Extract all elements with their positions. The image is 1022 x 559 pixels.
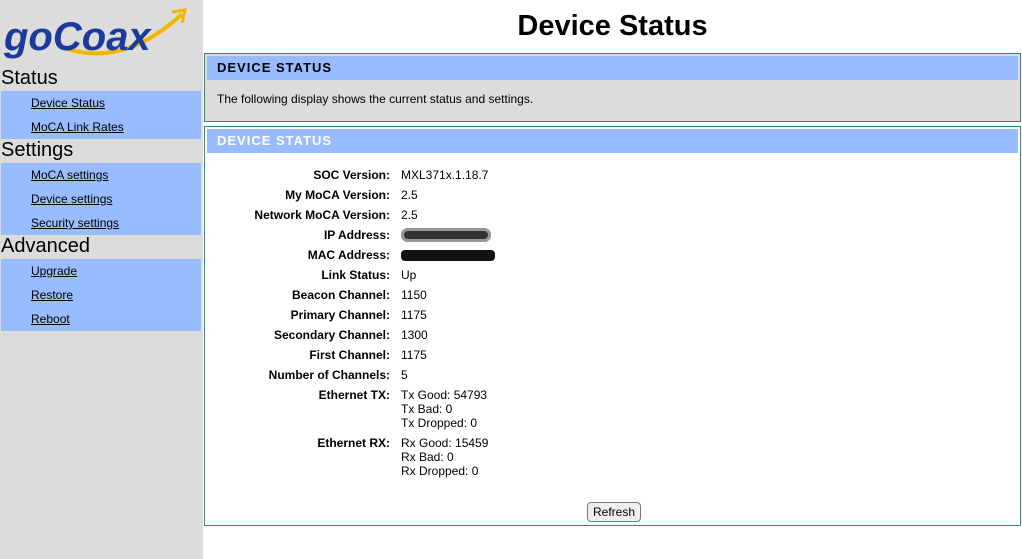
- nav-group-settings: MoCA settings Device settings Security s…: [1, 163, 201, 235]
- row-value: MXL371x.1.18.7: [401, 168, 489, 182]
- nav-item-moca-link-rates[interactable]: MoCA Link Rates: [1, 115, 201, 139]
- row-value: 2.5: [401, 208, 418, 222]
- section-title-advanced: Advanced: [1, 235, 90, 257]
- row-value: 1300: [401, 328, 428, 342]
- nav-link-device-settings[interactable]: Device settings: [31, 192, 112, 206]
- row-label: Beacon Channel:: [291, 288, 390, 302]
- tx-dropped: Tx Dropped: 0: [401, 416, 478, 430]
- refresh-button[interactable]: Refresh: [587, 502, 641, 522]
- nav-item-moca-settings[interactable]: MoCA settings: [1, 163, 201, 187]
- nav-link-moca-settings[interactable]: MoCA settings: [31, 168, 108, 182]
- rx-dropped: Rx Dropped: 0: [401, 464, 479, 478]
- row-value: 1150: [401, 288, 427, 302]
- rx-bad: Rx Bad: 0: [401, 450, 454, 464]
- nav-link-upgrade[interactable]: Upgrade: [31, 264, 77, 278]
- nav-link-restore[interactable]: Restore: [31, 288, 73, 302]
- panel-heading: DEVICE STATUS: [207, 56, 1018, 80]
- nav-item-device-settings[interactable]: Device settings: [1, 187, 201, 211]
- row-label: IP Address:: [323, 228, 390, 242]
- row-value: 2.5: [401, 188, 418, 202]
- row-label: Secondary Channel:: [273, 328, 390, 342]
- row-label: My MoCA Version:: [285, 188, 390, 202]
- row-value: 1175: [401, 308, 427, 322]
- row-label: Link Status:: [321, 268, 390, 282]
- redacted-mac-address: [401, 250, 495, 261]
- nav-group-advanced: Upgrade Restore Reboot: [1, 259, 201, 331]
- nav-group-status: Device Status MoCA Link Rates: [1, 91, 201, 139]
- panel-description: The following display shows the current …: [217, 92, 534, 106]
- nav-link-security-settings[interactable]: Security settings: [31, 216, 119, 230]
- row-label: SOC Version:: [313, 168, 390, 182]
- status-intro-panel: DEVICE STATUS The following display show…: [204, 53, 1021, 122]
- gocoax-logo: goCoax: [3, 6, 189, 62]
- nav-item-reboot[interactable]: Reboot: [1, 307, 201, 331]
- sidebar: goCoax Status Device Status MoCA Link Ra…: [0, 0, 203, 559]
- nav-link-device-status[interactable]: Device Status: [31, 96, 105, 110]
- tx-good: Tx Good: 54793: [401, 388, 488, 402]
- row-value: Up: [401, 268, 417, 282]
- nav-item-restore[interactable]: Restore: [1, 283, 201, 307]
- nav-item-device-status[interactable]: Device Status: [1, 91, 201, 115]
- row-label: Ethernet TX:: [318, 388, 390, 402]
- nav-item-upgrade[interactable]: Upgrade: [1, 259, 201, 283]
- section-title-settings: Settings: [1, 139, 74, 161]
- row-label: Primary Channel:: [290, 308, 390, 322]
- row-label: Network MoCA Version:: [254, 208, 390, 222]
- device-status-panel: DEVICE STATUS SOC Version: MXL371x.1.18.…: [204, 126, 1021, 526]
- page-title: Device Status: [517, 10, 708, 42]
- row-value: 1175: [401, 348, 427, 362]
- row-value: 5: [401, 368, 408, 382]
- row-label: Number of Channels:: [268, 368, 390, 382]
- main-content: Device Status DEVICE STATUS The followin…: [203, 0, 1022, 559]
- rx-good: Rx Good: 15459: [401, 436, 489, 450]
- nav-link-reboot[interactable]: Reboot: [31, 312, 70, 326]
- row-label: Ethernet RX:: [317, 436, 390, 450]
- tx-bad: Tx Bad: 0: [401, 402, 453, 416]
- row-label: First Channel:: [309, 348, 390, 362]
- section-title-status: Status: [1, 67, 58, 89]
- logo-arrow-icon: goCoax: [3, 8, 187, 59]
- panel-heading: DEVICE STATUS: [207, 129, 1018, 153]
- nav-link-moca-link-rates[interactable]: MoCA Link Rates: [31, 120, 124, 134]
- nav-item-security-settings[interactable]: Security settings: [1, 211, 201, 235]
- redacted-ip-address: [401, 228, 491, 242]
- row-label: MAC Address:: [307, 248, 390, 262]
- svg-text:goCoax: goCoax: [4, 15, 152, 59]
